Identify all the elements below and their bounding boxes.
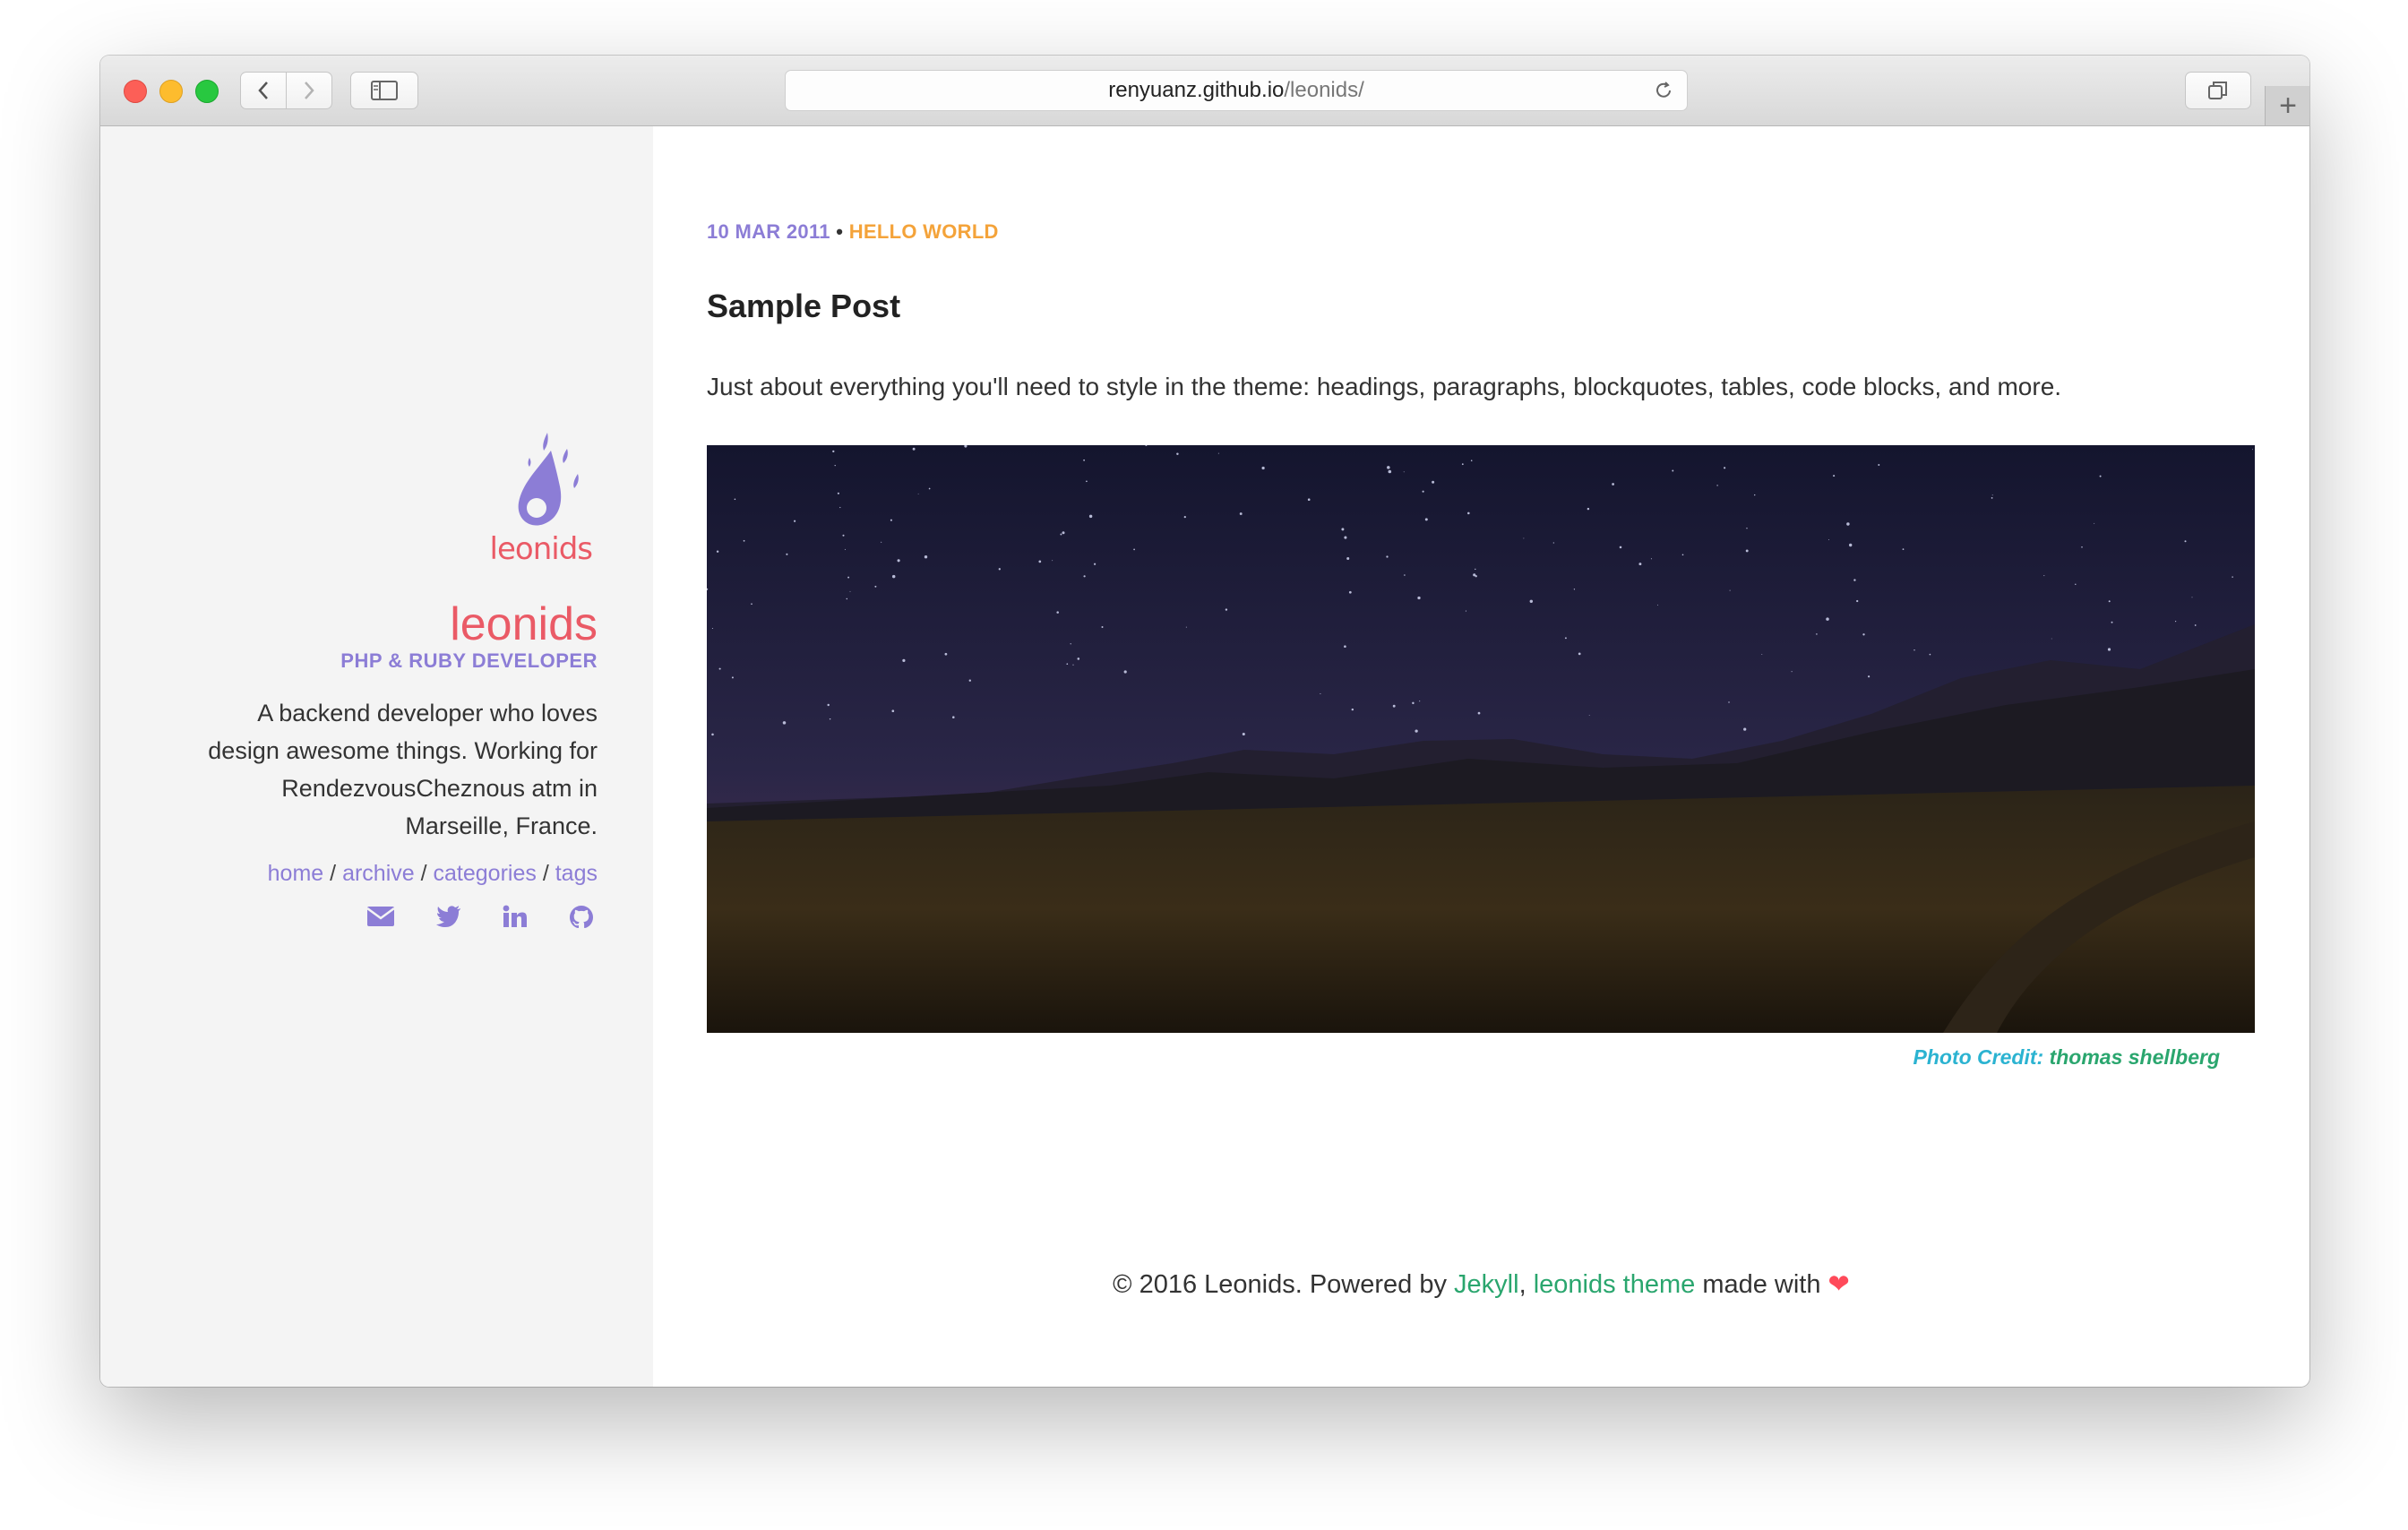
nav-categories-link[interactable]: categories <box>434 861 537 886</box>
sidebar-icon <box>371 81 398 100</box>
post-excerpt: Just about everything you'll need to sty… <box>707 373 2062 400</box>
sidebar-toggle-button[interactable] <box>350 72 418 109</box>
main-content: 10 MAR 2011 • HELLO WORLD Sample Post Ju… <box>653 126 2309 1387</box>
footer-made-with: made with <box>1702 1270 1821 1299</box>
night-sky-hero-image[interactable] <box>707 445 2255 1033</box>
chevron-right-icon <box>305 82 314 99</box>
photo-credit-label: Photo Credit: <box>1913 1045 2044 1069</box>
nav-separator: / <box>330 861 337 886</box>
address-bar[interactable]: renyuanz.github.io/leonids/ <box>785 70 1688 111</box>
nav-archive-link[interactable]: archive <box>342 861 415 886</box>
github-icon[interactable] <box>569 905 594 934</box>
footer-theme-link[interactable]: leonids theme <box>1534 1270 1696 1299</box>
footer-copyright: © 2016 Leonids. Powered by <box>1113 1270 1447 1299</box>
nav-home-link[interactable]: home <box>268 861 324 886</box>
sidebar: leonids leonids PHP & RUBY DEVELOPER A b… <box>100 126 653 1387</box>
photo-credit-author-link[interactable]: thomas shellberg <box>2050 1045 2220 1069</box>
meteor-logo-icon[interactable] <box>503 431 592 529</box>
photo-credit: Photo Credit: thomas shellberg <box>1914 1045 2220 1070</box>
nav-tags-link[interactable]: tags <box>555 861 598 886</box>
post-meta: 10 MAR 2011 • HELLO WORLD <box>707 220 999 244</box>
social-links <box>185 905 598 934</box>
envelope-icon[interactable] <box>366 905 395 934</box>
linkedin-icon[interactable] <box>503 905 528 934</box>
browser-titlebar: renyuanz.github.io/leonids/ + <box>100 56 2309 126</box>
url-path: /leonids/ <box>1284 78 1364 102</box>
forward-button[interactable] <box>286 72 332 109</box>
twitter-icon[interactable] <box>436 905 461 934</box>
tabs-icon <box>2208 82 2227 99</box>
heart-icon: ❤ <box>1828 1270 1850 1299</box>
site-title[interactable]: leonids <box>185 599 598 649</box>
nav-separator: / <box>542 861 549 886</box>
meta-bullet: • <box>836 220 844 243</box>
url-host: renyuanz.github.io <box>1108 78 1285 102</box>
browser-window: renyuanz.github.io/leonids/ + leonids le… <box>100 56 2309 1387</box>
site-subtitle: PHP & RUBY DEVELOPER <box>340 649 598 672</box>
new-tab-button[interactable]: + <box>2265 86 2309 125</box>
minimize-window-button[interactable] <box>159 80 183 103</box>
zoom-window-button[interactable] <box>195 80 219 103</box>
chevron-left-icon <box>258 82 268 99</box>
nav-separator: / <box>420 861 427 886</box>
logo-wordmark[interactable]: leonids <box>185 531 593 567</box>
site-description: A backend developer who loves design awe… <box>208 700 598 839</box>
footer-comma: , <box>1518 1270 1526 1299</box>
sidebar-profile: leonids leonids PHP & RUBY DEVELOPER A b… <box>185 431 598 934</box>
post-date: 10 MAR 2011 <box>707 220 830 243</box>
post-title[interactable]: Sample Post <box>707 288 900 325</box>
tab-overview-button[interactable] <box>2185 72 2251 109</box>
close-window-button[interactable] <box>124 80 147 103</box>
post-category-link[interactable]: HELLO WORLD <box>849 220 999 243</box>
page-footer: © 2016 Leonids. Powered by Jekyll, leoni… <box>653 1268 2309 1300</box>
plus-icon: + <box>2279 89 2297 123</box>
sidebar-nav: home / archive / categories / tags <box>185 861 598 887</box>
page-content: leonids leonids PHP & RUBY DEVELOPER A b… <box>100 126 2309 1387</box>
back-button[interactable] <box>240 72 287 109</box>
footer-jekyll-link[interactable]: Jekyll <box>1454 1270 1519 1299</box>
reload-icon[interactable] <box>1653 71 1674 124</box>
